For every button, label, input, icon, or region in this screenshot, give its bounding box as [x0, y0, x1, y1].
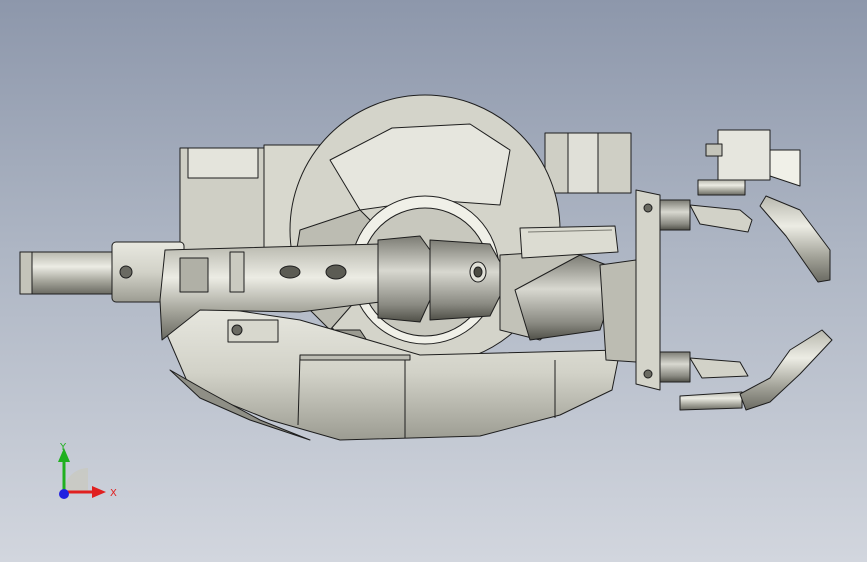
- lower-torch-holder[interactable]: [659, 329, 833, 411]
- robot-wrist-assembly-model[interactable]: [0, 0, 867, 562]
- upper-torch-holder[interactable]: [659, 129, 831, 283]
- x-axis-label: X: [110, 488, 117, 499]
- y-axis-label: Y: [59, 442, 67, 453]
- mounting-plate[interactable]: [599, 189, 661, 391]
- cad-viewport[interactable]: Y X: [0, 0, 867, 562]
- triad-base-arc: [64, 468, 88, 492]
- z-axis-dot: [59, 489, 69, 499]
- x-axis-arrow: [92, 486, 106, 498]
- coordinate-triad: Y X: [44, 438, 124, 510]
